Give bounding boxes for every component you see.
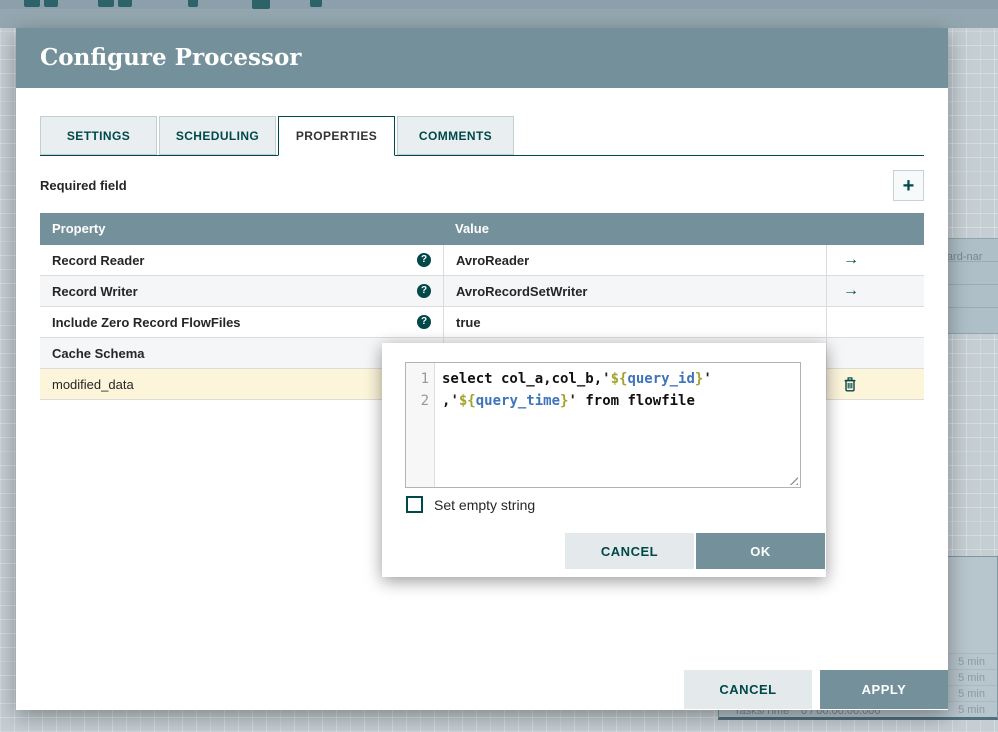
popup-ok-button[interactable]: OK (696, 533, 825, 569)
value-code-editor[interactable]: 1 2 select col_a,col_b,'${query_id}' ,'$… (405, 362, 801, 488)
set-empty-string-label: Set empty string (434, 497, 535, 513)
toolbar-icon-fragment (310, 0, 322, 7)
property-name: Include Zero Record FlowFiles (52, 315, 241, 330)
set-empty-string-checkbox[interactable] (406, 496, 423, 513)
popup-cancel-button[interactable]: CANCEL (565, 533, 694, 569)
delete-trash-icon[interactable] (843, 377, 857, 392)
popup-footer: CANCEL OK (565, 533, 825, 569)
line-number: 1 (406, 368, 429, 390)
toolbar-icon-fragment (252, 0, 270, 9)
toolbar-icon-fragment (98, 0, 114, 7)
resize-handle[interactable] (787, 474, 798, 485)
go-to-service-arrow-icon[interactable]: → (843, 283, 859, 299)
property-value: true (456, 315, 481, 330)
toolbar-icon-fragment (188, 0, 198, 7)
property-name: Cache Schema (52, 346, 145, 361)
property-row-record-writer[interactable]: Record Writer ? AvroRecordSetWriter → (40, 276, 924, 307)
table-header: Property Value (40, 213, 924, 245)
tab-properties[interactable]: PROPERTIES (278, 116, 395, 156)
dialog-title: Configure Processor (40, 44, 301, 71)
apply-button[interactable]: APPLY (820, 670, 948, 709)
toolbar-icon-fragment (24, 0, 40, 7)
property-row-include-zero[interactable]: Include Zero Record FlowFiles ? true (40, 307, 924, 338)
required-field-label: Required field (40, 178, 127, 193)
property-value: AvroReader (456, 253, 529, 268)
tab-comments[interactable]: COMMENTS (397, 116, 514, 155)
add-property-button[interactable]: + (893, 170, 924, 201)
set-empty-string-row: Set empty string (406, 496, 535, 513)
property-name: modified_data (52, 377, 134, 392)
property-name: Record Writer (52, 284, 138, 299)
toolbar-band (0, 9, 998, 28)
help-icon[interactable]: ? (417, 315, 431, 329)
toolbar-icon-fragment (118, 0, 132, 7)
property-row-record-reader[interactable]: Record Reader ? AvroReader → (40, 245, 924, 276)
nifi-screen: standard-nar 5 min 5 min 5 min 5 min Tas… (0, 0, 998, 732)
dialog-header: Configure Processor (16, 28, 948, 88)
property-name: Record Reader (52, 253, 144, 268)
dialog-footer: CANCEL APPLY (684, 670, 948, 709)
tab-bar: SETTINGS SCHEDULING PROPERTIES COMMENTS (40, 116, 924, 156)
toolbar-remnant (0, 0, 998, 9)
code-line: select col_a,col_b,'${query_id}' (442, 368, 712, 390)
code-content[interactable]: select col_a,col_b,'${query_id}' ,'${que… (435, 363, 712, 487)
property-value: AvroRecordSetWriter (456, 284, 587, 299)
line-number: 2 (406, 390, 429, 412)
help-icon[interactable]: ? (417, 284, 431, 298)
column-header-property: Property (40, 221, 105, 236)
go-to-service-arrow-icon[interactable]: → (843, 252, 859, 268)
table-toolbar: Required field + (40, 170, 924, 201)
help-icon[interactable]: ? (417, 253, 431, 267)
value-editor-popup: 1 2 select col_a,col_b,'${query_id}' ,'$… (382, 343, 826, 577)
tab-settings[interactable]: SETTINGS (40, 116, 157, 155)
code-line: ,'${query_time}' from flowfile (442, 390, 712, 412)
tab-scheduling[interactable]: SCHEDULING (159, 116, 276, 155)
cancel-button[interactable]: CANCEL (684, 670, 812, 709)
line-number-gutter: 1 2 (406, 363, 435, 487)
toolbar-icon-fragment (44, 0, 58, 7)
plus-icon: + (903, 175, 915, 197)
column-header-value: Value (455, 213, 489, 245)
